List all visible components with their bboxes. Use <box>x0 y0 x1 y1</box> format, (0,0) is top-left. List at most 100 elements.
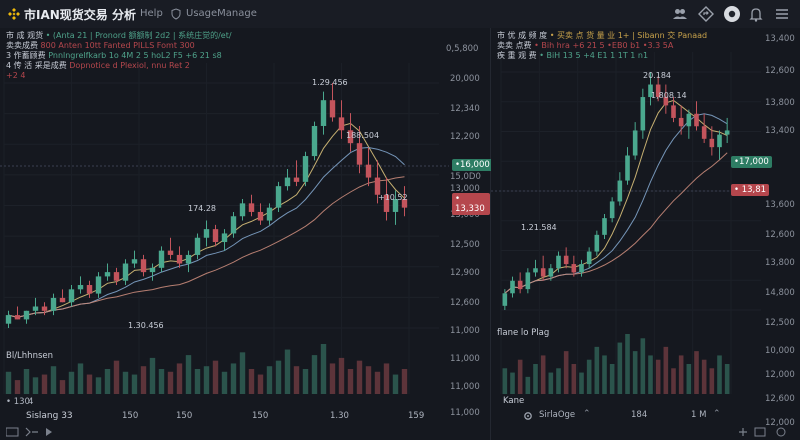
volume-bar <box>212 360 219 394</box>
volume-bar <box>293 366 300 394</box>
candle-body <box>579 264 584 273</box>
volume-label: Bl/Lhhnsen <box>6 351 53 361</box>
profile-icon[interactable] <box>722 4 742 24</box>
volume-label: flane lo Plag <box>497 328 550 338</box>
volume-bar <box>194 369 201 394</box>
candle-body <box>525 272 531 290</box>
candle-body <box>302 156 309 182</box>
bottom-label-kane[interactable]: Kane <box>503 396 524 406</box>
bottom-label: 184 <box>631 410 648 420</box>
volume-bar <box>510 372 515 394</box>
volume-bar <box>533 364 538 394</box>
y-tick: 13,600 <box>765 200 795 210</box>
usage-manage-tab[interactable]: UsageManage <box>186 8 257 19</box>
x-label: 1.30 <box>330 411 349 421</box>
x-label: 159 <box>408 411 425 421</box>
bottom-label-symbol[interactable]: SirlaOge <box>539 410 575 420</box>
candle-body <box>533 268 538 273</box>
volume-bar <box>176 363 183 394</box>
volume-bar <box>185 355 192 394</box>
price-annotation: 20.184 <box>643 71 671 80</box>
volume-bar <box>648 355 653 394</box>
y-tick: 12,000 <box>765 370 795 380</box>
left-chart-panel[interactable]: 1.29.456 188.504 174.28 1.30.456 +10.52 市 成 … <box>0 28 493 440</box>
price-badge-low: • 13,81 <box>731 184 770 196</box>
volume-bar <box>525 376 531 394</box>
candle-body <box>571 264 577 273</box>
right-candlestick-chart[interactable]: 20.184 1,808.14 1.21.584 <box>491 28 800 440</box>
help-tab[interactable]: Help <box>140 8 163 19</box>
chevron-up-icon[interactable]: ⌃ <box>583 409 591 419</box>
volume-bar <box>266 366 273 394</box>
volume-bar <box>694 351 699 394</box>
y-tick: 12,340 <box>450 104 480 114</box>
direction-icon[interactable] <box>696 4 716 24</box>
top-bar: 市IAN现货交易 分析 Help UsageManage <box>0 0 800 29</box>
candle-body <box>517 280 523 290</box>
candle-body <box>113 272 120 281</box>
candle-body <box>311 125 318 157</box>
y-tick: 12,500 <box>450 240 480 250</box>
volume-bar <box>701 359 707 394</box>
settings-icon[interactable] <box>523 411 533 421</box>
legend-row: 4 传 活 采是成费 Dopnotice d Plexiol, nnu Ret … <box>6 61 190 70</box>
y-tick: 14,800 <box>765 288 795 298</box>
left-candlestick-chart[interactable]: 1.29.456 188.504 174.28 1.30.456 +10.52 <box>0 28 490 440</box>
volume-bar <box>104 369 111 394</box>
candle-body <box>77 285 84 290</box>
volume-bar <box>41 374 48 394</box>
candle-body <box>104 272 111 277</box>
candle-body <box>548 268 554 277</box>
volume-bar <box>302 369 309 394</box>
volume-bar <box>239 352 246 394</box>
candle-body <box>609 201 615 219</box>
volume-bar <box>678 355 684 394</box>
price-annotation: 1.29.456 <box>312 78 348 87</box>
candle-body <box>59 297 66 303</box>
volume-bar <box>167 371 174 394</box>
y-tick: 10,000 <box>765 346 795 356</box>
candle-body <box>41 306 48 311</box>
y-tick: 12,600 <box>765 66 795 76</box>
volume-bar <box>671 368 676 394</box>
y-tick: 11,000 <box>450 382 480 392</box>
candle-body <box>625 155 630 181</box>
volume-bar <box>709 368 715 394</box>
volume-bar <box>320 344 327 394</box>
volume-bar <box>586 359 592 394</box>
candle-body <box>329 100 336 118</box>
hamburger-menu-icon[interactable] <box>772 4 792 24</box>
price-annotation: 1.21.584 <box>521 223 557 232</box>
volume-bar <box>131 374 138 394</box>
volume-bar <box>640 338 646 394</box>
candle-body <box>194 237 201 255</box>
volume-bar <box>284 349 291 394</box>
candle-body <box>257 211 264 221</box>
right-chart-panel[interactable]: 20.184 1,808.14 1.21.584 市 优 成 频 度 • 买卖 点 … <box>491 28 800 440</box>
chevron-icon[interactable]: ⌃ <box>713 409 721 419</box>
candle-body <box>275 186 282 208</box>
volume-bar <box>149 357 156 394</box>
candle-body <box>131 259 138 264</box>
volume-bar <box>32 377 39 394</box>
candle-body <box>694 113 699 127</box>
bell-icon[interactable] <box>746 4 766 24</box>
volume-bar <box>113 360 120 394</box>
candle-body <box>149 267 156 273</box>
bottom-label-timeframe[interactable]: 1 M <box>691 410 706 420</box>
price-annotation: +10.52 <box>378 193 408 202</box>
candle-body <box>365 164 372 178</box>
candle-body <box>167 250 174 255</box>
candle-body <box>640 97 646 131</box>
volume-bar <box>50 366 57 394</box>
y-tick: 11,000 <box>450 354 480 364</box>
bottom-toolbar-icons[interactable] <box>737 426 797 438</box>
candle-body <box>86 285 93 294</box>
candle-body <box>32 306 39 311</box>
volume-bar <box>392 374 399 394</box>
x-label: • 130 <box>6 397 30 407</box>
volume-bar <box>602 355 607 394</box>
volume-bar <box>594 346 600 394</box>
legend-row: 卖卖成费 800 Anten 10tt Fanted PILLS Fomt 30… <box>6 41 195 50</box>
users-icon[interactable] <box>670 4 690 24</box>
